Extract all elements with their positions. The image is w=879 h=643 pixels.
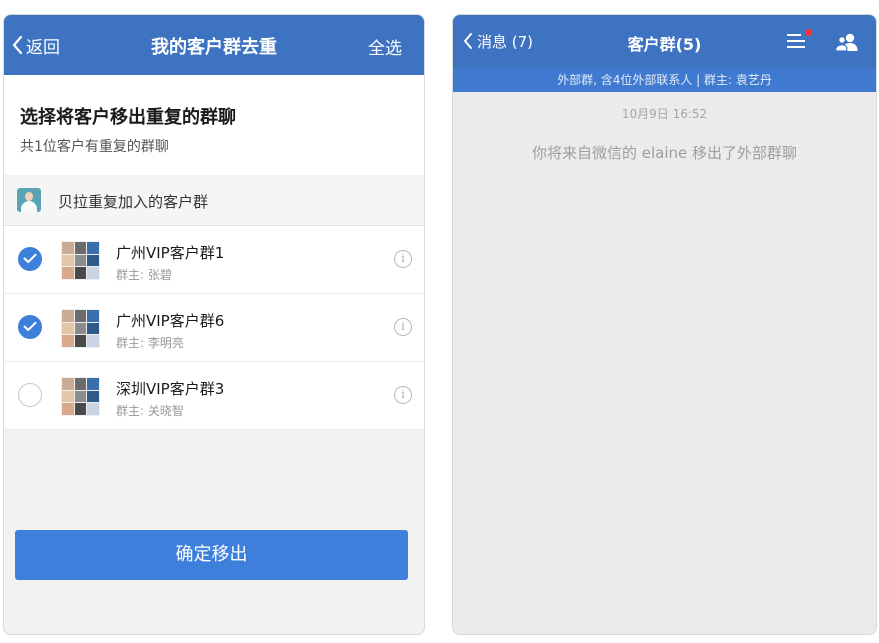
group-row[interactable]: 广州VIP客户群1 群主: 张碧 i bbox=[4, 226, 424, 294]
menu-icon[interactable] bbox=[787, 29, 812, 50]
system-message: 你将来自微信的 elaine 移出了外部群聊 bbox=[531, 144, 798, 162]
select-all-button[interactable]: 全选 bbox=[368, 34, 402, 59]
group-owner: 群主: 张碧 bbox=[116, 268, 172, 282]
group-row[interactable]: 广州VIP客户群6 群主: 李明亮 i bbox=[4, 294, 424, 362]
chevron-left-icon bbox=[464, 33, 472, 49]
nav-bar: 返回 我的客户群去重 全选 bbox=[4, 15, 424, 75]
info-icon[interactable]: i bbox=[394, 318, 412, 336]
checkmark-icon bbox=[23, 253, 37, 263]
avatar bbox=[17, 188, 41, 212]
confirm-remove-button[interactable]: 确定移出 bbox=[15, 530, 408, 580]
info-icon[interactable]: i bbox=[394, 250, 412, 268]
back-button[interactable]: 返回 bbox=[12, 33, 60, 58]
group-avatar bbox=[61, 377, 100, 416]
back-label: 返回 bbox=[26, 37, 60, 58]
group-members-icon[interactable] bbox=[834, 32, 860, 52]
nav-bar: 消息 (7) 客户群(5) bbox=[453, 15, 876, 69]
group-owner: 群主: 关晓智 bbox=[116, 404, 184, 418]
chevron-left-icon bbox=[12, 35, 23, 55]
group-name: 深圳VIP客户群3 bbox=[116, 380, 225, 398]
message-timestamp: 10月9日 16:52 bbox=[621, 107, 708, 121]
checkbox-unchecked[interactable] bbox=[18, 383, 42, 407]
group-owner: 群主: 李明亮 bbox=[116, 336, 184, 350]
group-row[interactable]: 深圳VIP客户群3 群主: 关晓智 i bbox=[4, 362, 424, 430]
group-list: 广州VIP客户群1 群主: 张碧 i 广州VIP客户群6 群主: 李明亮 i 深圳VIP客户… bbox=[4, 226, 424, 430]
group-avatar bbox=[61, 241, 100, 280]
checkbox-checked[interactable] bbox=[18, 315, 42, 339]
checkbox-checked[interactable] bbox=[18, 247, 42, 271]
member-label: 贝拉重复加入的客户群 bbox=[58, 193, 209, 211]
section-heading: 选择将客户移出重复的群聊 bbox=[20, 107, 236, 128]
member-header: 贝拉重复加入的客户群 bbox=[4, 176, 424, 226]
notification-dot bbox=[805, 29, 812, 36]
info-icon[interactable]: i bbox=[394, 386, 412, 404]
back-label: 消息 (7) bbox=[477, 32, 534, 51]
group-avatar bbox=[61, 309, 100, 348]
group-chat-screen: 消息 (7) 客户群(5) 外部群, 含4位外部联系人 | 群主: 袁艺丹 10… bbox=[453, 15, 876, 634]
header-section: 选择将客户移出重复的群聊 共1位客户有重复的群聊 bbox=[4, 75, 424, 175]
dedupe-screen: 返回 我的客户群去重 全选 选择将客户移出重复的群聊 共1位客户有重复的群聊 贝… bbox=[4, 15, 424, 634]
group-name: 广州VIP客户群1 bbox=[116, 244, 225, 262]
checkmark-icon bbox=[23, 321, 37, 331]
group-name: 广州VIP客户群6 bbox=[116, 312, 225, 330]
back-button[interactable]: 消息 (7) bbox=[463, 29, 533, 53]
group-subtitle: 外部群, 含4位外部联系人 | 群主: 袁艺丹 bbox=[453, 69, 876, 92]
section-subheading: 共1位客户有重复的群聊 bbox=[20, 139, 169, 155]
page-title: 我的客户群去重 bbox=[151, 37, 277, 58]
